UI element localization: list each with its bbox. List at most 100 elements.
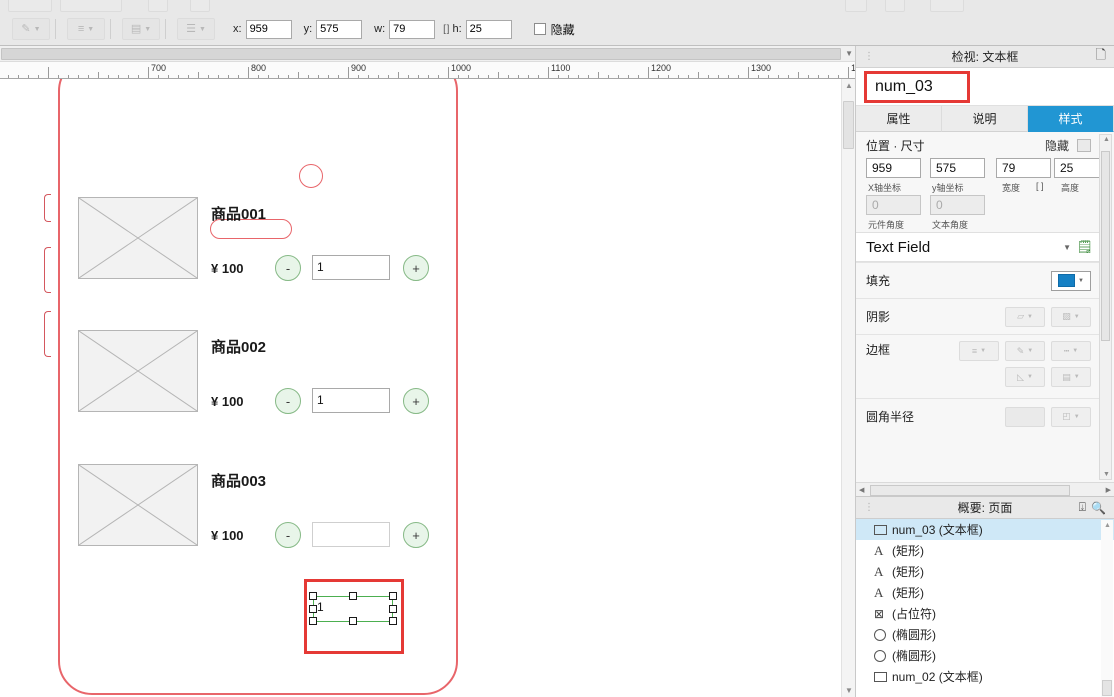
resize-handle-n[interactable] [349, 592, 357, 600]
padding-button[interactable]: ▤ ▼ [122, 18, 160, 40]
canvas-horizontal-scrollbar[interactable]: ▼ [0, 46, 855, 62]
search-icon[interactable]: 🔍 [1091, 501, 1106, 515]
outline-vertical-scrollbar[interactable]: ▲ [1101, 520, 1113, 697]
toolbar-ghost-control-1[interactable] [8, 0, 52, 12]
style-preset-selector[interactable]: Text Field ▼ 🗒 [856, 232, 1101, 262]
border-arrow-start-button[interactable]: ◺ ▼ [1005, 367, 1045, 387]
product-image-placeholder[interactable] [78, 464, 198, 546]
resize-handle-ne[interactable] [389, 592, 397, 600]
chevron-right-icon[interactable]: ▶ [1106, 486, 1111, 494]
resize-handle-e[interactable] [389, 605, 397, 613]
inner-shadow-button[interactable]: ▨ ▼ [1051, 306, 1091, 327]
properties-vertical-scrollbar[interactable]: ▲ ▼ [1099, 134, 1112, 480]
resize-handle-sw[interactable] [309, 617, 317, 625]
properties-hscroll-thumb[interactable] [870, 485, 1070, 496]
y-field[interactable]: 575 [930, 158, 985, 178]
chevron-up-icon[interactable]: ▲ [845, 81, 853, 90]
quantity-decrement-button[interactable]: - [275, 388, 301, 414]
chevron-down-icon[interactable]: ▼ [1103, 471, 1110, 478]
toolbar-ghost-control-5[interactable] [845, 0, 867, 12]
element-rotation-field[interactable]: 0 [866, 195, 921, 215]
chevron-left-icon[interactable]: ◀ [859, 486, 864, 494]
selection-handles[interactable]: 1 [309, 592, 397, 625]
fill-color-button[interactable]: ▼ [1051, 270, 1091, 291]
quantity-increment-button[interactable]: + [403, 522, 429, 548]
canvas-hscroll-thumb[interactable] [1, 48, 841, 60]
filter-icon[interactable]: ⍗ [1079, 500, 1086, 515]
border-style-button[interactable]: ┅ ▼ [1051, 341, 1091, 361]
toolbar-ghost-control-6[interactable] [885, 0, 905, 12]
hidden-checkbox[interactable] [1077, 139, 1091, 152]
text-color-button[interactable]: ✎ ▼ [12, 18, 50, 40]
outline-scroll-thumb[interactable] [1102, 680, 1112, 696]
quantity-increment-button[interactable]: + [403, 388, 429, 414]
height-input[interactable] [465, 19, 512, 39]
product-image-placeholder[interactable] [78, 197, 198, 279]
chevron-up-icon[interactable]: ▲ [1103, 136, 1110, 143]
canvas-vertical-scrollbar[interactable]: ▲ ▼ [841, 79, 855, 697]
border-width-button[interactable]: ≡ ▼ [959, 341, 999, 361]
outer-shadow-button[interactable]: ▱ ▼ [1005, 306, 1045, 327]
design-canvas[interactable]: 商品001 ¥ 100 - 1 + 商品002 ¥ 100 - 1 + 商品00… [0, 79, 841, 697]
lock-aspect-icon[interactable]: [ ] [443, 24, 449, 35]
quantity-input[interactable]: 1 [312, 255, 390, 280]
x-field[interactable]: 959 [866, 158, 921, 178]
chevron-up-icon[interactable]: ▲ [1104, 522, 1111, 529]
resize-handle-nw[interactable] [309, 592, 317, 600]
canvas-vscroll-thumb[interactable] [843, 101, 854, 149]
align-horizontal-button[interactable]: ≡ ▼ [67, 18, 105, 40]
quantity-increment-button[interactable]: + [403, 255, 429, 281]
width-field[interactable]: 79 [996, 158, 1051, 178]
x-coordinate-input[interactable] [245, 19, 292, 39]
border-color-button[interactable]: ✎ ▼ [1005, 341, 1045, 361]
product-name[interactable]: 商品003 [211, 470, 266, 491]
outline-item-list[interactable]: ▲ num_03 (文本框) A (矩形) A (矩形) A (矩形) ⊠ (占位符) (椭圆形)… [856, 519, 1114, 697]
corner-visibility-button[interactable]: ◰ ▼ [1051, 406, 1091, 427]
outline-list-item[interactable]: (椭圆形) [856, 645, 1114, 666]
outline-list-item[interactable]: A (矩形) [856, 582, 1114, 603]
y-coordinate-input[interactable] [316, 19, 363, 39]
outline-list-item[interactable]: num_02 (文本框) [856, 666, 1114, 687]
tab-style[interactable]: 样式 [1028, 106, 1114, 132]
product-name[interactable]: 商品001 [211, 203, 266, 224]
page-icon[interactable]: 🗋 [1096, 46, 1106, 68]
hidden-checkbox[interactable] [533, 23, 546, 35]
resize-handle-se[interactable] [389, 617, 397, 625]
product-price[interactable]: ¥ 100 [211, 394, 244, 409]
tab-properties[interactable]: 属性 [856, 106, 942, 132]
properties-scroll-thumb[interactable] [1101, 151, 1110, 341]
quantity-input[interactable]: 1 [312, 388, 390, 413]
border-sides-button[interactable]: ▤ ▼ [1051, 367, 1091, 387]
quantity-decrement-button[interactable]: - [275, 255, 301, 281]
toolbar-ghost-control-2[interactable] [60, 0, 122, 12]
chevron-down-icon[interactable]: ▼ [1063, 243, 1071, 252]
resize-handle-s[interactable] [349, 617, 357, 625]
toolbar-ghost-control-7[interactable] [930, 0, 964, 12]
product-price[interactable]: ¥ 100 [211, 528, 244, 543]
properties-horizontal-scrollbar[interactable]: ◀ ▶ [856, 482, 1114, 497]
chevron-down-icon[interactable]: ▼ [1078, 278, 1084, 284]
hidden-checkbox-group[interactable]: 隐藏 [533, 21, 575, 38]
lock-aspect-icon[interactable]: [ ] [1036, 181, 1044, 191]
chevron-down-icon[interactable]: ▼ [845, 49, 853, 58]
product-price[interactable]: ¥ 100 [211, 261, 244, 276]
tab-notes[interactable]: 说明 [942, 106, 1028, 132]
quantity-decrement-button[interactable]: - [275, 522, 301, 548]
width-input[interactable] [389, 19, 436, 39]
outline-list-item[interactable]: num_03 (文本框) [856, 519, 1114, 540]
corner-radius-input[interactable] [1005, 406, 1045, 427]
chevron-down-icon[interactable]: ▼ [845, 686, 853, 695]
outline-list-item[interactable]: (椭圆形) [856, 624, 1114, 645]
style-manager-icon[interactable]: 🗒 [1076, 239, 1093, 255]
outline-list-item[interactable]: ⊠ (占位符) [856, 603, 1114, 624]
element-name-input[interactable]: num_03 [864, 71, 970, 103]
product-image-placeholder[interactable] [78, 330, 198, 412]
text-rotation-field[interactable]: 0 [930, 195, 985, 215]
toolbar-ghost-control-3[interactable] [148, 0, 168, 12]
resize-handle-w[interactable] [309, 605, 317, 613]
outline-list-item[interactable]: A (矩形) [856, 561, 1114, 582]
toolbar-ghost-control-4[interactable] [190, 0, 210, 12]
product-name[interactable]: 商品002 [211, 336, 266, 357]
align-vertical-button[interactable]: ☰ ▼ [177, 18, 215, 40]
outline-list-item[interactable]: A (矩形) [856, 540, 1114, 561]
